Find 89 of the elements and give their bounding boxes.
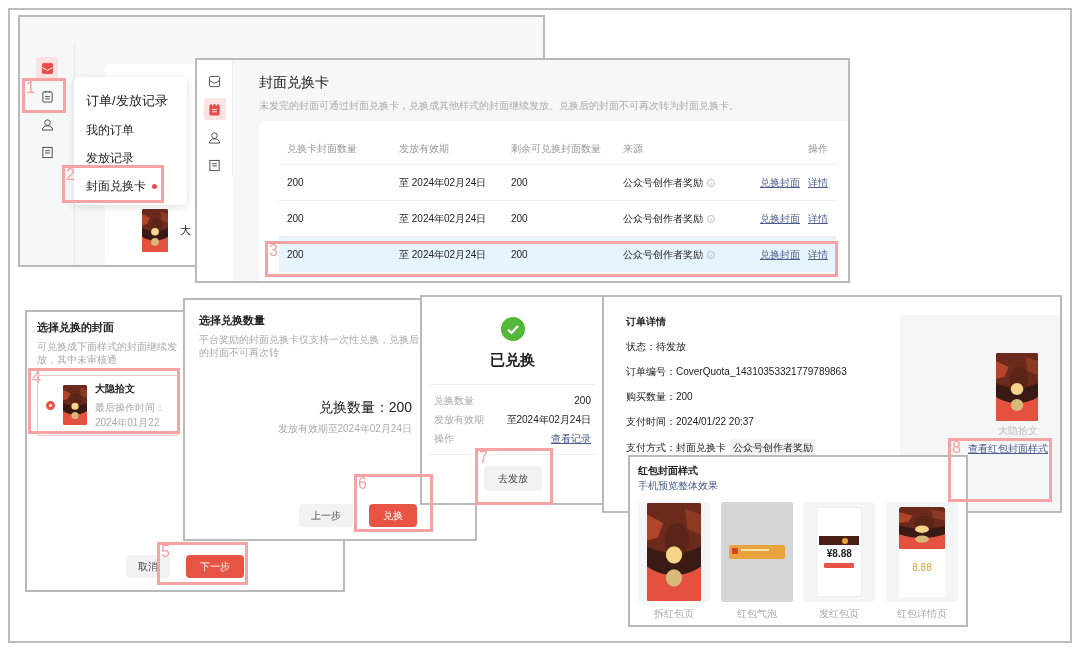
- dialog-title: 选择兑换数量: [199, 313, 265, 328]
- info-icon: [707, 178, 715, 187]
- table-row[interactable]: 200 至 2024年02月24日 200 公众号创作者奖励 兑换封面 详情: [279, 164, 836, 200]
- column-header: 兑换卡封面数量: [287, 142, 358, 156]
- clipboard-icon: [40, 89, 54, 103]
- column-header: 发放有效期: [399, 142, 450, 156]
- action-link[interactable]: 兑换封面: [760, 211, 800, 226]
- step-number: 1: [26, 79, 35, 97]
- field-label: 操作: [434, 431, 454, 446]
- back-button[interactable]: 上一步: [299, 504, 353, 527]
- column-header: 操作: [808, 142, 828, 156]
- item-title: 大: [180, 223, 191, 239]
- radio-button[interactable]: [46, 400, 55, 410]
- step-number: 7: [479, 449, 488, 467]
- send-bar: [824, 563, 855, 568]
- detail-text: 支付方式：封面兑换卡: [626, 441, 726, 455]
- detail-text: 状态：待发放: [626, 340, 686, 354]
- step-number: 6: [358, 475, 367, 493]
- action-link[interactable]: 兑换封面: [760, 175, 800, 190]
- distribute-button[interactable]: 去发放: [483, 466, 542, 491]
- record-link[interactable]: 查看记录: [551, 430, 591, 446]
- section-title: 订单详情: [626, 315, 667, 329]
- table-row[interactable]: 200 至 2024年02月24日 200 公众号创作者奖励 兑换封面 详情: [279, 236, 836, 272]
- field-label: 兑换数量: [434, 393, 474, 408]
- field-value: 至2024年02月24日: [506, 412, 591, 427]
- info-icon: [707, 250, 715, 259]
- table-cell-text: 至 2024年02月24日: [399, 212, 488, 226]
- menu-title: 订单/发放记录: [86, 92, 169, 110]
- message-bubble-drawing: [728, 545, 785, 559]
- action-link[interactable]: 详情: [808, 247, 828, 262]
- table-cell-text: 公众号创作者奖励: [623, 212, 703, 226]
- table-cell-text: 200: [287, 248, 305, 262]
- detail-text: 支付时间：2024/01/22 20:37: [626, 415, 754, 429]
- user-icon: [208, 130, 221, 144]
- subtitle-text: 手机预览整体效果: [638, 479, 718, 493]
- page-description: 未发完的封面可通过封面兑换卡，兑换成其他样式的封面继续发放。兑换后的封面不可再次转为封面兑换卡。: [259, 99, 740, 113]
- nav-item[interactable]: [36, 57, 58, 79]
- clipboard-icon: [208, 102, 221, 116]
- step-number: 8: [952, 439, 961, 457]
- info-icon: [707, 214, 715, 223]
- quantity-text: 兑换数量：200: [318, 397, 412, 417]
- card-label: 拆红包页: [654, 607, 694, 621]
- field-value: 200: [574, 393, 591, 408]
- field-label: 发放有效期: [434, 412, 484, 427]
- amount-text: ¥8.88: [826, 549, 852, 559]
- table-cell-text: 公众号创作者奖励: [623, 176, 703, 190]
- action-link[interactable]: 兑换封面: [760, 247, 800, 262]
- step-number: 3: [269, 242, 278, 260]
- table-cell-text: 200: [287, 212, 305, 226]
- dialog-title: 选择兑换的封面: [37, 320, 114, 335]
- envelope-icon: [208, 74, 221, 88]
- menu-item[interactable]: 封面兑换卡: [86, 178, 175, 196]
- detail-text: 订单编号：CoverQuota_14310353321779789863: [626, 365, 847, 379]
- table-cell-text: 200: [511, 176, 529, 190]
- timestamp: 最后操作时间：2024年01月22: [95, 400, 166, 430]
- cover-name: 大隐拾文: [95, 381, 136, 396]
- table-cell-text: 公众号创作者奖励: [623, 248, 703, 262]
- next-button[interactable]: 下一步: [186, 555, 244, 578]
- table-cell-text: 200: [511, 248, 529, 262]
- amount-text: 8.88: [912, 563, 932, 573]
- table-cell-text: 200: [511, 212, 529, 226]
- dialog-description: 可兑换成下面样式的封面继续发放，其中未审核通: [37, 339, 178, 366]
- validity-text: 发放有效期至2024年02月24日: [277, 421, 412, 436]
- user-icon: [40, 117, 54, 131]
- exchange-button[interactable]: 兑换: [369, 504, 417, 527]
- card-label: 发红包页: [819, 607, 860, 621]
- step-number: 2: [66, 166, 75, 184]
- card-label: 红包气泡: [736, 607, 777, 621]
- action-link[interactable]: 详情: [808, 175, 828, 190]
- check-icon: [500, 317, 525, 341]
- table-cell-text: 至 2024年02月24日: [399, 248, 488, 262]
- document-icon: [40, 145, 54, 159]
- menu-item[interactable]: 发放记录: [86, 149, 175, 167]
- status-title: 已兑换: [490, 350, 535, 370]
- preview-link[interactable]: 查看红包封面样式: [968, 441, 1048, 456]
- action-link[interactable]: 详情: [808, 211, 828, 226]
- nav-item[interactable]: [203, 98, 226, 120]
- table-cell-text: 至 2024年02月24日: [399, 176, 488, 190]
- detail-text: 购买数量：200: [626, 390, 693, 404]
- envelope-icon: [40, 61, 54, 75]
- banner-drawing: [819, 536, 860, 545]
- table-cell-text: 200: [287, 176, 305, 190]
- document-icon: [208, 158, 221, 172]
- column-header: 剩余可兑换封面数量: [511, 142, 602, 156]
- column-header: 来源: [623, 142, 644, 156]
- card-label: 红包详情页: [896, 607, 947, 621]
- dialog-title: 红包封面样式: [638, 464, 698, 478]
- menu-item[interactable]: 我的订单: [86, 121, 175, 139]
- page-title: 封面兑换卡: [259, 73, 330, 92]
